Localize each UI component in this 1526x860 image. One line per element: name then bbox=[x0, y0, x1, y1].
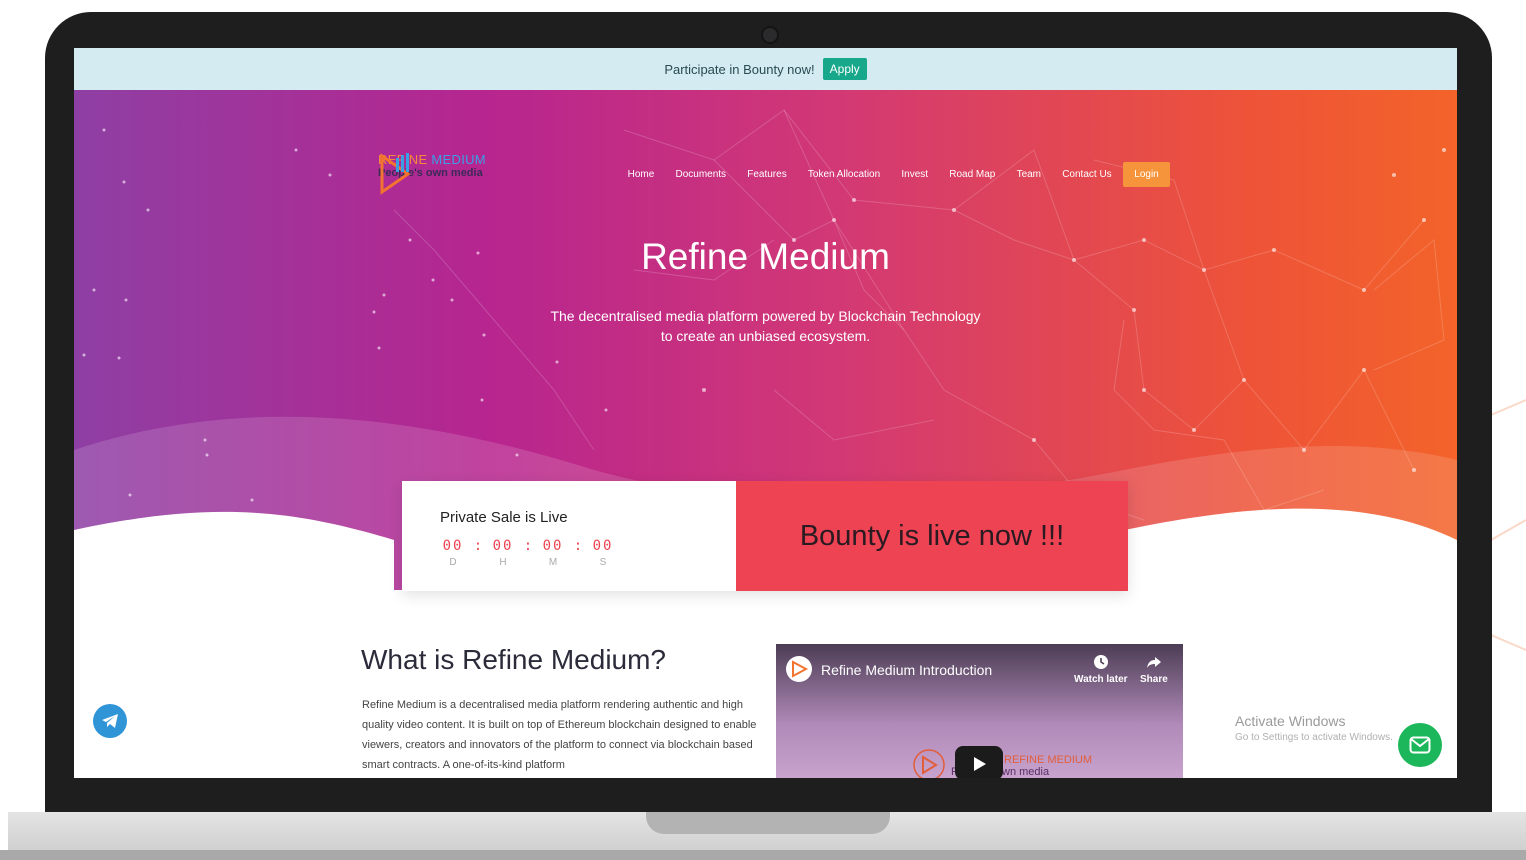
countdown-seconds: 00 bbox=[592, 538, 614, 554]
laptop-notch bbox=[646, 812, 890, 834]
video-logo-text: REFINE MEDIUM bbox=[1004, 754, 1092, 766]
countdown-hours: 00 bbox=[492, 538, 514, 554]
telegram-icon bbox=[102, 714, 118, 728]
countdown-seconds-label: S bbox=[599, 557, 607, 568]
contact-mail-button[interactable] bbox=[1398, 723, 1442, 767]
nav-road-map[interactable]: Road Map bbox=[939, 169, 1006, 180]
about-title: What is Refine Medium? bbox=[361, 644, 667, 675]
site-logo[interactable]: REFINE MEDIUM People's own media bbox=[378, 152, 486, 195]
play-icon[interactable] bbox=[955, 746, 1003, 778]
telegram-button[interactable] bbox=[93, 704, 127, 738]
nav-contact-us[interactable]: Contact Us bbox=[1052, 169, 1123, 180]
nav-home[interactable]: Home bbox=[617, 169, 665, 180]
bounty-panel[interactable]: Bounty is live now !!! bbox=[736, 481, 1128, 591]
announcement-bar: Participate in Bounty now! Apply bbox=[74, 48, 1457, 90]
channel-logo-icon bbox=[792, 660, 809, 678]
hero-subtitle-line-1: The decentralised media platform powered… bbox=[550, 308, 981, 324]
clock-icon bbox=[1093, 655, 1108, 669]
countdown-timer: 00 D : 00 H : 00 M : 00 S bbox=[440, 538, 616, 568]
watch-later-label: Watch later bbox=[1074, 674, 1128, 685]
nav-invest[interactable]: Invest bbox=[891, 169, 939, 180]
private-sale-panel: Private Sale is Live 00 D : 00 H : 00 M : 0… bbox=[402, 481, 736, 591]
private-sale-title: Private Sale is Live bbox=[440, 509, 568, 526]
video-player[interactable]: Refine Medium Introduction Watch later S… bbox=[776, 644, 1183, 778]
activate-windows-hint: Go to Settings to activate Windows. bbox=[1235, 732, 1393, 743]
mail-icon bbox=[1409, 736, 1431, 754]
announcement-text: Participate in Bounty now! bbox=[664, 61, 815, 77]
laptop-base-edge bbox=[0, 850, 1526, 860]
logo-mark-icon bbox=[380, 153, 411, 195]
login-button[interactable]: Login bbox=[1123, 162, 1170, 187]
nav-team[interactable]: Team bbox=[1006, 169, 1052, 180]
countdown-separator: : bbox=[573, 538, 583, 554]
countdown-minutes-label: M bbox=[548, 557, 558, 568]
nav-features[interactable]: Features bbox=[737, 169, 798, 180]
share-button[interactable]: Share bbox=[1140, 654, 1168, 685]
hero-subtitle-line-2: to create an unbiased ecosystem. bbox=[660, 328, 871, 344]
laptop-screen: Participate in Bounty now! Apply MEDIUM … bbox=[74, 48, 1457, 778]
hero-subtitle: The decentralised media platform powered… bbox=[74, 306, 1457, 346]
countdown-days-label: D bbox=[449, 557, 457, 568]
channel-avatar[interactable] bbox=[786, 656, 812, 682]
countdown-hours-label: H bbox=[499, 557, 507, 568]
countdown-minutes: 00 bbox=[542, 538, 564, 554]
countdown-separator: : bbox=[473, 538, 483, 554]
video-title[interactable]: Refine Medium Introduction bbox=[821, 662, 992, 678]
share-arrow-icon bbox=[1146, 657, 1161, 668]
hero-title: Refine Medium bbox=[641, 236, 890, 277]
watch-later-button[interactable]: Watch later bbox=[1074, 654, 1128, 685]
laptop-camera bbox=[761, 26, 779, 44]
apply-button[interactable]: Apply bbox=[822, 58, 867, 80]
bounty-text: Bounty is live now !!! bbox=[799, 519, 1065, 552]
main-navigation: Home Documents Features Token Allocation… bbox=[617, 162, 1170, 187]
sale-card: Private Sale is Live 00 D : 00 H : 00 M : 0… bbox=[402, 481, 1128, 591]
countdown-separator: : bbox=[523, 538, 533, 554]
nav-documents[interactable]: Documents bbox=[665, 169, 737, 180]
countdown-days: 00 bbox=[442, 538, 464, 554]
video-logo-icon bbox=[913, 749, 945, 778]
about-body: Refine Medium is a decentralised media p… bbox=[362, 699, 757, 771]
nav-token-allocation[interactable]: Token Allocation bbox=[797, 169, 890, 180]
activate-windows-title: Activate Windows bbox=[1235, 713, 1346, 729]
share-label: Share bbox=[1140, 674, 1168, 685]
